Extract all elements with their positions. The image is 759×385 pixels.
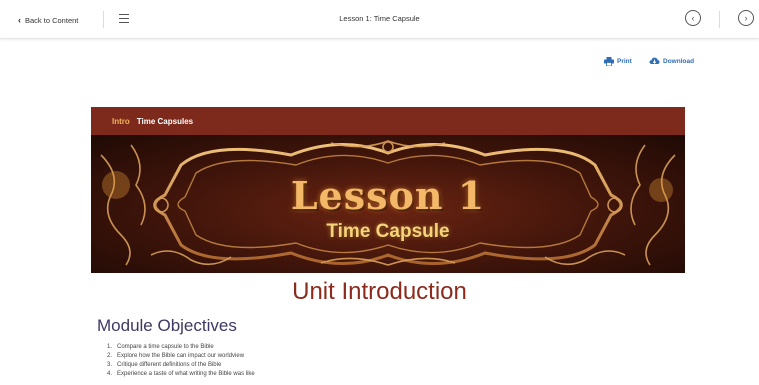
section-name: Time Capsules bbox=[136, 116, 194, 126]
objective-item: 2. Explore how the Bible can impact our w… bbox=[107, 353, 245, 359]
unit-heading: Unit Introduction bbox=[292, 278, 467, 305]
lesson-banner-image: Lesson 1 Time Capsule bbox=[91, 135, 685, 273]
download-button[interactable]: Download bbox=[649, 57, 694, 66]
banner-title: Lesson 1 bbox=[290, 173, 486, 218]
print-label: Print bbox=[617, 58, 632, 65]
page-title: Lesson 1: Time Capsule bbox=[339, 14, 420, 23]
chevron-right-circle-icon: › bbox=[744, 12, 748, 23]
next-button[interactable]: › bbox=[738, 10, 754, 26]
objective-item: 4. Experience a taste of what writing the… bbox=[107, 371, 255, 377]
objective-item: 1. Compare a time capsule to the Bible bbox=[107, 344, 214, 350]
printer-icon bbox=[604, 57, 614, 66]
divider bbox=[719, 11, 720, 28]
module-heading: Module Objectives bbox=[97, 316, 237, 335]
objectives-list: 1. Compare a time capsule to the Bible 2.… bbox=[107, 343, 255, 379]
chevron-left-circle-icon: ‹ bbox=[691, 12, 695, 23]
download-label: Download bbox=[663, 58, 695, 65]
print-button[interactable]: Print bbox=[604, 57, 632, 66]
objective-item: 3. Critique different definitions of the … bbox=[107, 362, 222, 368]
previous-button[interactable]: ‹ bbox=[685, 10, 701, 26]
top-bar: ‹ Back to Content Lesson 1: Time Capsule… bbox=[0, 0, 759, 39]
section-tag: Intro bbox=[112, 116, 130, 126]
banner-subtitle: Time Capsule bbox=[326, 221, 450, 242]
cloud-download-icon bbox=[649, 57, 660, 64]
section-header-bar: Intro Time Capsules bbox=[91, 107, 685, 135]
